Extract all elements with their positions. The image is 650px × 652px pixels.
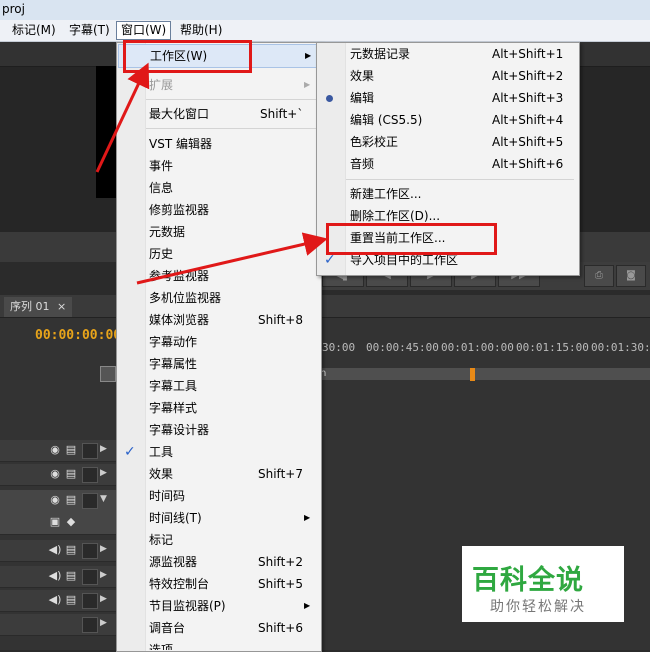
watermark-subtitle: 助你轻松解决 — [490, 599, 586, 615]
annotation-arrow — [136, 232, 328, 285]
annotation-arrow — [95, 62, 150, 173]
watermark-title: 百科全说 — [472, 565, 584, 596]
